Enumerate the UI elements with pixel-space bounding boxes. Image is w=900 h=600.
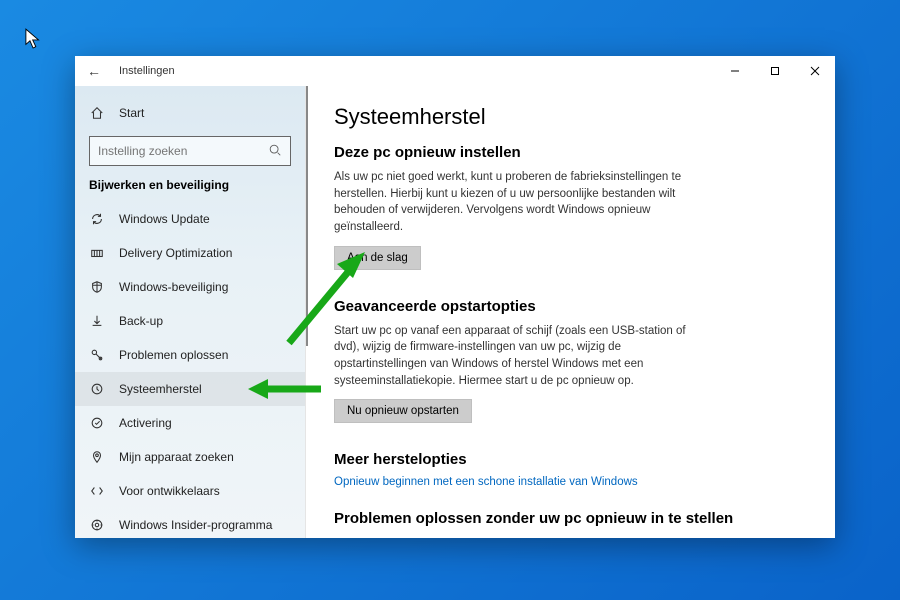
annotation-arrow-2 — [277, 248, 367, 348]
sidebar-item-activation[interactable]: Activering — [75, 406, 305, 440]
content-pane[interactable]: Systeemherstel Deze pc opnieuw instellen… — [305, 86, 835, 538]
sidebar-item-label: Problemen oplossen — [119, 348, 228, 362]
sidebar-item-label: Systeemherstel — [119, 382, 202, 396]
troubleshoot-icon — [89, 347, 105, 363]
minimize-button[interactable] — [715, 56, 755, 86]
sidebar-home[interactable]: Start — [75, 96, 305, 130]
annotation-arrow-1 — [248, 376, 323, 402]
back-button[interactable]: ← — [87, 63, 101, 79]
sidebar-item-label: Windows Insider-programma — [119, 518, 272, 532]
sidebar-item-label: Windows-beveiliging — [119, 280, 228, 294]
backup-icon — [89, 313, 105, 329]
insider-icon — [89, 517, 105, 533]
search-field[interactable] — [98, 144, 268, 158]
window-title: Instellingen — [119, 65, 715, 77]
close-button[interactable] — [795, 56, 835, 86]
sidebar-item-shield[interactable]: Windows-beveiliging — [75, 270, 305, 304]
search-icon — [268, 143, 282, 160]
find-icon — [89, 449, 105, 465]
home-icon — [89, 105, 105, 121]
sidebar-item-delivery[interactable]: Delivery Optimization — [75, 236, 305, 270]
search-input[interactable] — [89, 136, 291, 166]
sidebar-item-label: Voor ontwikkelaars — [119, 484, 220, 498]
shield-icon — [89, 279, 105, 295]
section-heading: Deze pc opnieuw instellen — [334, 144, 807, 161]
sidebar-item-label: Windows Update — [119, 212, 210, 226]
section-body: Start uw pc op vanaf een apparaat of sch… — [334, 323, 694, 390]
maximize-button[interactable] — [755, 56, 795, 86]
dev-icon — [89, 483, 105, 499]
delivery-icon — [89, 245, 105, 261]
section-heading: Problemen oplossen zonder uw pc opnieuw … — [334, 510, 807, 527]
sidebar-item-label: Back-up — [119, 314, 163, 328]
sync-icon — [89, 211, 105, 227]
sidebar-item-label: Delivery Optimization — [119, 246, 232, 260]
sidebar-item-backup[interactable]: Back-up — [75, 304, 305, 338]
sidebar: Start Bijwerken en beveiliging Windows U… — [75, 86, 305, 538]
sidebar-item-troubleshoot[interactable]: Problemen oplossen — [75, 338, 305, 372]
sidebar-item-sync[interactable]: Windows Update — [75, 202, 305, 236]
sidebar-item-find[interactable]: Mijn apparaat zoeken — [75, 440, 305, 474]
mouse-cursor-icon — [25, 28, 43, 50]
sidebar-item-label: Activering — [119, 416, 172, 430]
sidebar-item-label: Mijn apparaat zoeken — [119, 450, 234, 464]
sidebar-heading: Bijwerken en beveiliging — [75, 176, 305, 202]
settings-window: ← Instellingen Start Bijwerken en beveil… — [75, 56, 835, 538]
section-body: Als uw pc niet goed werkt, kunt u prober… — [334, 169, 694, 236]
section-link[interactable]: Opnieuw beginnen met een schone installa… — [334, 476, 807, 488]
page-title: Systeemherstel — [334, 104, 807, 130]
section-heading: Meer herstelopties — [334, 451, 807, 468]
sidebar-item-dev[interactable]: Voor ontwikkelaars — [75, 474, 305, 508]
sidebar-item-insider[interactable]: Windows Insider-programma — [75, 508, 305, 538]
titlebar: ← Instellingen — [75, 56, 835, 86]
recovery-icon — [89, 381, 105, 397]
section-heading: Geavanceerde opstartopties — [334, 298, 807, 315]
section-1: Geavanceerde opstartopties Start uw pc op… — [334, 298, 807, 446]
activation-icon — [89, 415, 105, 431]
section-button-1[interactable]: Nu opnieuw opstarten — [334, 399, 472, 423]
sidebar-home-label: Start — [119, 106, 144, 120]
section-2: Meer herstelopties Opnieuw beginnen met e… — [334, 451, 807, 488]
section-3: Problemen oplossen zonder uw pc opnieuw … — [334, 510, 807, 527]
section-0: Deze pc opnieuw instellen Als uw pc niet … — [334, 144, 807, 292]
